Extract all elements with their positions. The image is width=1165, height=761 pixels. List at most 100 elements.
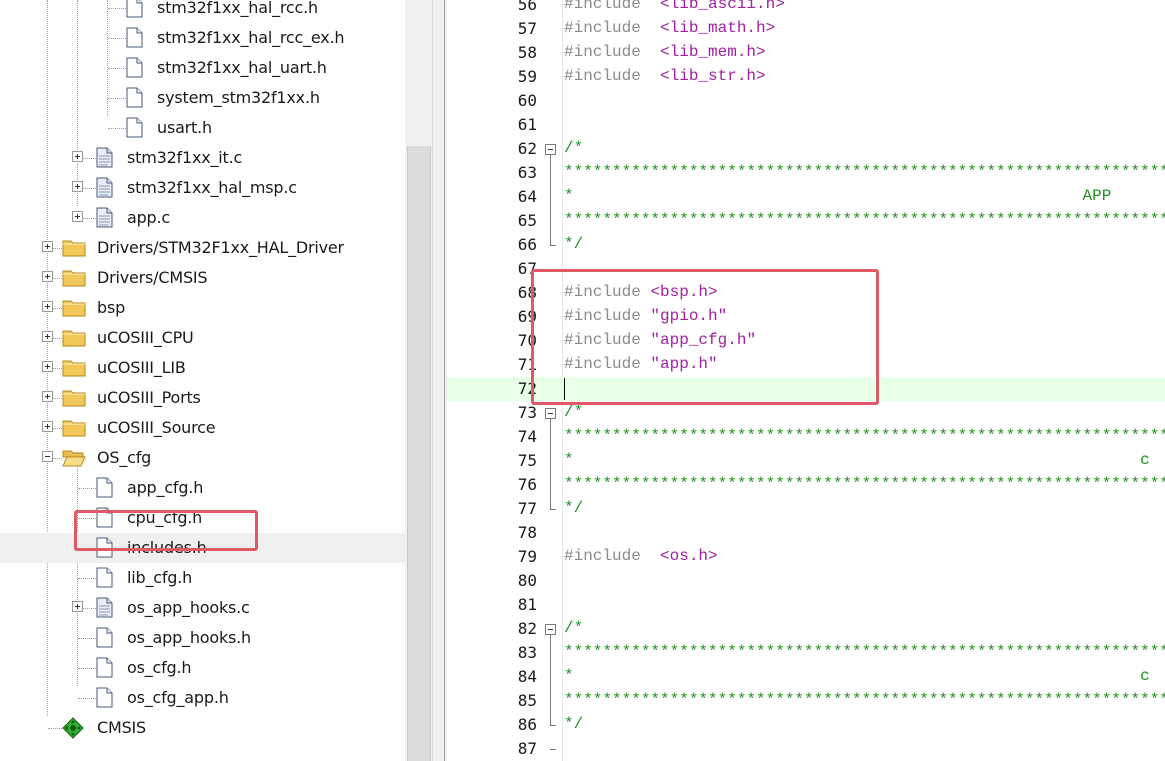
expand-plus-icon[interactable] xyxy=(72,601,83,612)
folder-icon xyxy=(62,357,86,381)
code-line[interactable]: 85 **************************************… xyxy=(447,689,1165,713)
code-line[interactable]: 58 #include <lib_mem.h> xyxy=(447,41,1165,65)
code-line[interactable]: 63 **************************************… xyxy=(447,161,1165,185)
tree-item-label: stm32f1xx_hal_msp.c xyxy=(127,178,297,197)
code-line[interactable]: 71 #include "app.h" xyxy=(447,353,1165,377)
code-line[interactable]: 78 xyxy=(447,521,1165,545)
tree-item[interactable]: bsp xyxy=(0,293,405,323)
line-number: 61 xyxy=(517,115,537,134)
expand-plus-icon[interactable] xyxy=(42,421,53,432)
code-line[interactable]: 70 #include "app_cfg.h" xyxy=(447,329,1165,353)
tree-item-label: uCOSIII_Source xyxy=(97,418,216,437)
expand-plus-icon[interactable] xyxy=(42,361,53,372)
code-line[interactable]: 64 * APP xyxy=(447,185,1165,209)
tree-item[interactable]: os_cfg_app.h xyxy=(0,683,405,713)
tree-item[interactable]: uCOSIII_CPU xyxy=(0,323,405,353)
tree-item[interactable]: os_app_hooks.h xyxy=(0,623,405,653)
expand-plus-icon[interactable] xyxy=(42,331,53,342)
code-line[interactable]: 80 xyxy=(447,569,1165,593)
tree-item[interactable]: system_stm32f1xx.h xyxy=(0,83,405,113)
code-line[interactable]: 67 xyxy=(447,257,1165,281)
code-editor[interactable]: 56 #include <lib_ascii.h> 57 #include <lib_… xyxy=(447,0,1165,761)
expand-plus-icon[interactable] xyxy=(72,211,83,222)
expand-plus-icon[interactable] xyxy=(42,241,53,252)
header-file-icon xyxy=(96,537,113,562)
tree-item[interactable]: lib_cfg.h xyxy=(0,563,405,593)
tree-item[interactable]: app.c xyxy=(0,203,405,233)
code-line[interactable]: 59 #include <lib_str.h> xyxy=(447,65,1165,89)
code-line[interactable]: 68 #include <bsp.h> xyxy=(447,281,1165,305)
code-line[interactable]: 65 **************************************… xyxy=(447,209,1165,233)
expand-plus-icon[interactable] xyxy=(72,181,83,192)
tree-item[interactable]: stm32f1xx_hal_msp.c xyxy=(0,173,405,203)
tree-item[interactable]: stm32f1xx_hal_uart.h xyxy=(0,53,405,83)
line-number: 60 xyxy=(517,91,537,110)
header-token: <lib_str.h> xyxy=(660,67,766,85)
header-file-icon xyxy=(126,27,143,52)
code-text: */ xyxy=(564,715,583,733)
tree-item[interactable]: stm32f1xx_hal_rcc_ex.h xyxy=(0,23,405,53)
tree-item[interactable]: os_app_hooks.c xyxy=(0,593,405,623)
comment-token: ****************************************… xyxy=(564,163,1165,181)
collapse-minus-icon[interactable] xyxy=(42,451,53,462)
tree-item[interactable]: uCOSIII_Source xyxy=(0,413,405,443)
tree-item[interactable]: uCOSIII_Ports xyxy=(0,383,405,413)
tree-scrollbar-thumb[interactable] xyxy=(407,146,431,761)
tree-item[interactable]: app_cfg.h xyxy=(0,473,405,503)
expand-plus-icon[interactable] xyxy=(42,271,53,282)
preprocessor-token: #include xyxy=(564,331,651,349)
code-line[interactable]: 75 * c xyxy=(447,449,1165,473)
line-number: 70 xyxy=(517,331,537,350)
code-text: ****************************************… xyxy=(564,475,1165,493)
tree-item[interactable]: Drivers/STM32F1xx_HAL_Driver xyxy=(0,233,405,263)
code-line[interactable]: 84 * c xyxy=(447,665,1165,689)
line-number: 83 xyxy=(517,643,537,662)
comment-token: * APP xyxy=(564,187,1112,205)
folder-icon xyxy=(62,327,86,351)
header-file-icon xyxy=(96,477,113,502)
tree-item[interactable]: stm32f1xx_hal_rcc.h xyxy=(0,0,405,23)
code-line[interactable]: 79 #include <os.h> xyxy=(447,545,1165,569)
fold-collapse-icon[interactable] xyxy=(545,408,556,419)
fold-end-tick xyxy=(550,725,556,726)
tree-item[interactable]: OS_cfg xyxy=(0,443,405,473)
code-line[interactable]: 83 **************************************… xyxy=(447,641,1165,665)
tree-item[interactable]: uCOSIII_LIB xyxy=(0,353,405,383)
code-line[interactable]: 74 **************************************… xyxy=(447,425,1165,449)
header-file-icon xyxy=(96,507,113,532)
tree-item[interactable]: os_cfg.h xyxy=(0,653,405,683)
line-number: 81 xyxy=(517,595,537,614)
header-token: <os.h> xyxy=(660,547,718,565)
code-line[interactable]: 69 #include "gpio.h" xyxy=(447,305,1165,329)
expand-plus-icon[interactable] xyxy=(42,391,53,402)
tree-item[interactable]: usart.h xyxy=(0,113,405,143)
tree-item[interactable]: cpu_cfg.h xyxy=(0,503,405,533)
tree-item[interactable]: stm32f1xx_it.c xyxy=(0,143,405,173)
tree-item[interactable]: CMSIS xyxy=(0,713,405,743)
code-line[interactable]: 76 **************************************… xyxy=(447,473,1165,497)
line-number: 79 xyxy=(517,547,537,566)
code-line[interactable]: 61 xyxy=(447,113,1165,137)
project-tree[interactable]: stm32f1xx_hal_rcc.h stm32f1xx_hal_rcc_ex.… xyxy=(0,0,405,761)
header-token: <lib_ascii.h> xyxy=(660,0,785,13)
comment-token: /* xyxy=(564,139,584,157)
tree-item-label: stm32f1xx_hal_rcc.h xyxy=(157,0,318,17)
tree-scrollbar[interactable] xyxy=(405,0,432,761)
code-line[interactable]: 60 xyxy=(447,89,1165,113)
expand-plus-icon[interactable] xyxy=(72,151,83,162)
tree-item[interactable]: Drivers/CMSIS xyxy=(0,263,405,293)
tree-item-selected[interactable]: includes.h xyxy=(0,533,405,563)
code-line[interactable]: 81 xyxy=(447,593,1165,617)
fold-collapse-icon[interactable] xyxy=(545,144,556,155)
code-line[interactable]: 56 #include <lib_ascii.h> xyxy=(447,0,1165,17)
fold-collapse-icon[interactable] xyxy=(545,624,556,635)
expand-plus-icon[interactable] xyxy=(42,301,53,312)
code-line-current[interactable]: 72 xyxy=(447,377,1165,401)
code-line[interactable]: 57 #include <lib_math.h> xyxy=(447,17,1165,41)
tree-item-label: Drivers/CMSIS xyxy=(97,268,208,287)
code-text: ****************************************… xyxy=(564,211,1165,229)
fold-end-tick xyxy=(550,509,556,510)
pane-splitter[interactable] xyxy=(432,0,448,761)
preprocessor-token: #include xyxy=(564,67,661,85)
tree-item-label: CMSIS xyxy=(97,718,147,737)
